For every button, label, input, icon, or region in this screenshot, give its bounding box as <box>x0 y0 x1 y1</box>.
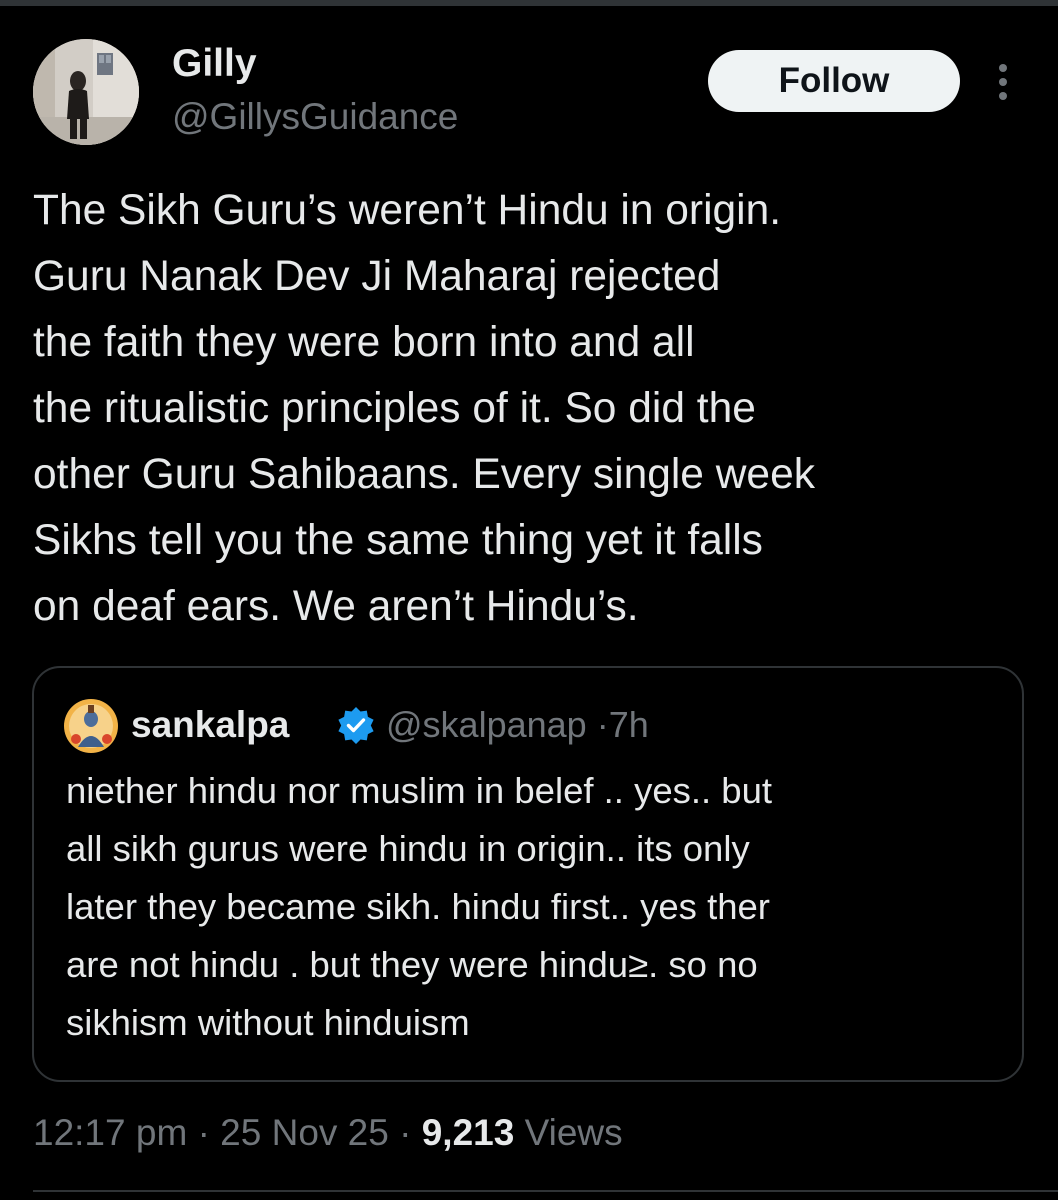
tweet-text-line: other Guru Sahibaans. Every single week <box>33 451 815 498</box>
more-vertical-icon <box>999 64 1007 100</box>
quote-age[interactable]: 7h <box>609 704 649 745</box>
more-options-button[interactable] <box>983 58 1023 106</box>
verified-badge-icon <box>338 707 374 744</box>
tweet-time[interactable]: 12:17 pm <box>33 1112 187 1153</box>
quote-text-line: are not hindu . but they were hindu≥. so… <box>66 944 758 985</box>
quote-text-line: all sikh gurus were hindu in origin.. it… <box>66 828 750 869</box>
author-avatar[interactable] <box>33 39 139 145</box>
quote-text-line: sikhism without hinduism <box>66 1002 470 1043</box>
tweet-text-line: Sikhs tell you the same thing yet it fal… <box>33 517 763 564</box>
top-divider <box>0 0 1058 6</box>
tweet-text-line: Guru Nanak Dev Ji Maharaj rejected <box>33 253 721 300</box>
quote-meta-separator: · <box>596 704 609 745</box>
bottom-divider <box>33 1190 1058 1192</box>
meta-separator: · <box>197 1112 210 1153</box>
tweet-text-line: the faith they were born into and all <box>33 319 695 366</box>
tweet-meta-row: 12:17 pm · 25 Nov 25 · 9,213 Views <box>33 1108 623 1158</box>
meta-separator: · <box>399 1112 412 1153</box>
tweet-text-line: on deaf ears. We aren’t Hindu’s. <box>33 583 639 630</box>
author-handle[interactable]: @GillysGuidance <box>172 94 458 140</box>
tweet-text-line: the ritualistic principles of it. So did… <box>33 385 756 432</box>
quote-author-handle[interactable]: @skalpanap <box>386 704 587 745</box>
quote-author-name[interactable]: sankalpa <box>131 700 289 750</box>
tweet-text-line: The Sikh Guru’s weren’t Hindu in origin. <box>33 187 782 234</box>
quote-meta: @skalpanap ·7h <box>386 700 649 750</box>
tweet-text: The Sikh Guru’s weren’t Hindu in origin.… <box>33 178 1033 640</box>
follow-button[interactable]: Follow <box>708 50 960 112</box>
quote-text-line: later they became sikh. hindu first.. ye… <box>66 886 770 927</box>
views-count[interactable]: 9,213 <box>422 1112 515 1153</box>
author-name[interactable]: Gilly <box>172 40 257 88</box>
views-label[interactable]: Views <box>525 1112 623 1153</box>
quote-text: niether hindu nor muslim in belef .. yes… <box>66 762 1006 1052</box>
tweet-date[interactable]: 25 Nov 25 <box>220 1112 389 1153</box>
quote-author-avatar[interactable] <box>64 699 118 753</box>
quote-text-line: niether hindu nor muslim in belef .. yes… <box>66 770 773 811</box>
